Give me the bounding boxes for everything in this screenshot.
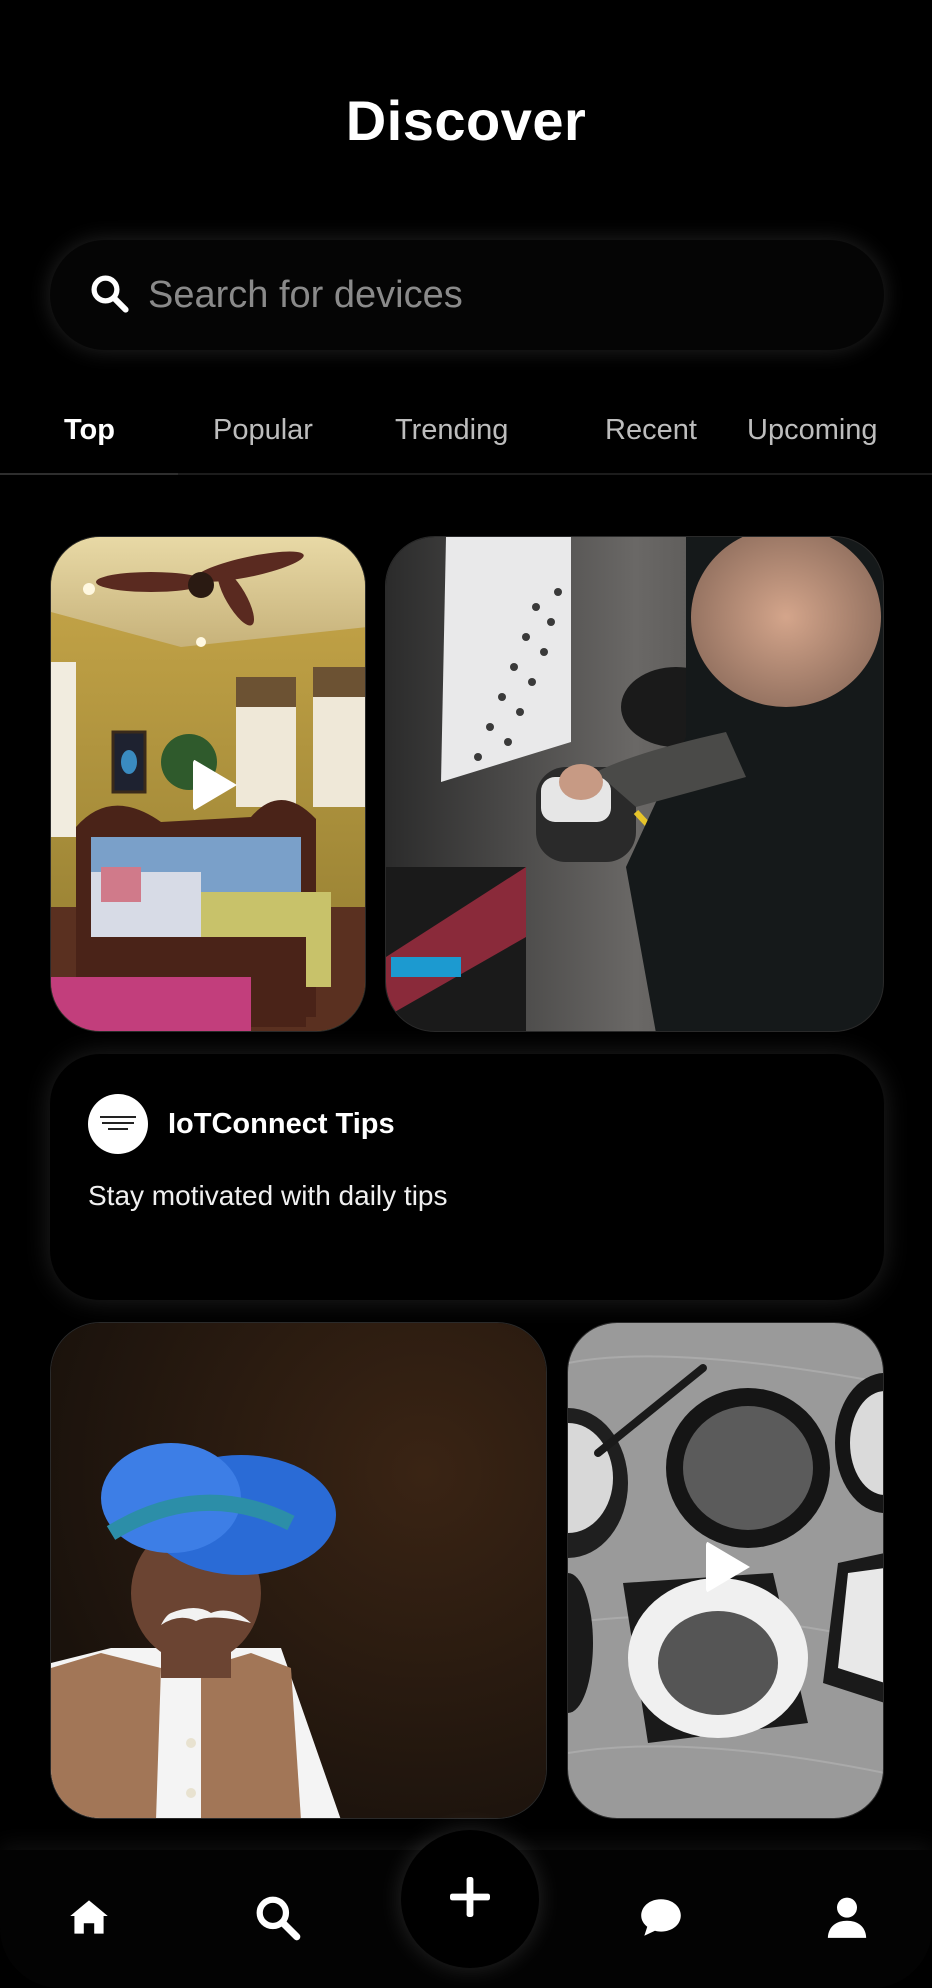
- media-card-spices[interactable]: [567, 1322, 884, 1819]
- play-icon[interactable]: [706, 1541, 750, 1593]
- search-input[interactable]: [148, 273, 848, 317]
- add-button[interactable]: [401, 1830, 539, 1968]
- ev-charging-image: [386, 537, 883, 1031]
- tips-title: IoTConnect Tips: [168, 1108, 395, 1140]
- search-icon: [88, 272, 130, 319]
- category-tabs: Top Popular Trending Recent Upcoming: [0, 400, 932, 475]
- page-title: Discover: [345, 89, 587, 152]
- chat-icon[interactable]: [636, 1892, 686, 1942]
- plus-icon: [446, 1873, 494, 1926]
- tab-recent[interactable]: Recent: [605, 414, 697, 447]
- tab-popular[interactable]: Popular: [213, 414, 313, 447]
- tips-card[interactable]: IoTConnect Tips Stay motivated with dail…: [50, 1054, 884, 1300]
- search-icon[interactable]: [252, 1892, 302, 1942]
- portrait-image: [51, 1323, 546, 1818]
- home-icon[interactable]: [64, 1892, 114, 1942]
- tab-trending[interactable]: Trending: [395, 414, 508, 447]
- play-icon[interactable]: [193, 759, 237, 811]
- profile-icon[interactable]: [822, 1892, 872, 1942]
- tab-top[interactable]: Top: [64, 414, 115, 447]
- active-tab-indicator: [0, 473, 178, 475]
- media-card-portrait[interactable]: [50, 1322, 547, 1819]
- media-card-bedroom[interactable]: [50, 536, 366, 1032]
- tab-upcoming[interactable]: Upcoming: [747, 414, 878, 447]
- tips-description: Stay motivated with daily tips: [88, 1180, 448, 1211]
- search-bar[interactable]: [50, 240, 884, 350]
- media-card-ev-charging[interactable]: [385, 536, 884, 1032]
- discover-screen: Discover Top Popular Trending Recent Upc…: [0, 0, 932, 1988]
- avatar: [88, 1094, 148, 1154]
